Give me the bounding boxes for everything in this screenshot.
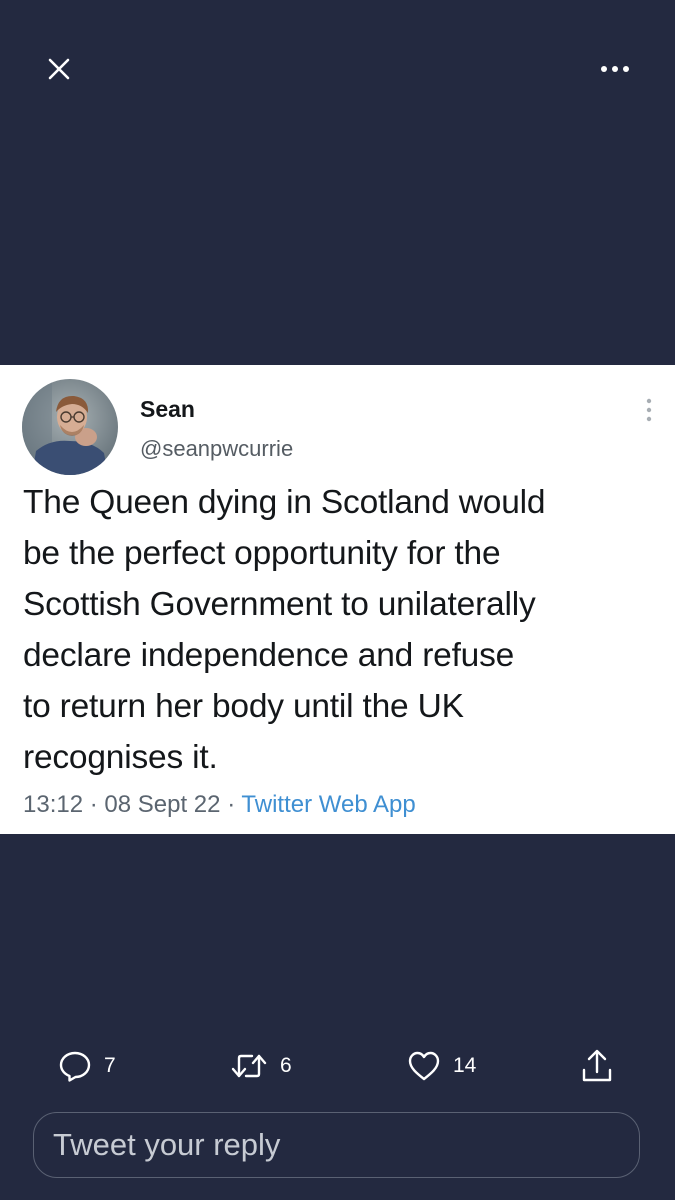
reply-count: 7 bbox=[104, 1054, 116, 1077]
retweet-count: 6 bbox=[280, 1054, 292, 1077]
like-count: 14 bbox=[453, 1054, 477, 1077]
meta-separator: · bbox=[89, 791, 98, 818]
author-name[interactable]: Sean bbox=[140, 395, 195, 423]
avatar[interactable] bbox=[22, 379, 118, 475]
share-icon bbox=[582, 1049, 612, 1082]
heart-icon bbox=[408, 1051, 440, 1081]
close-button[interactable] bbox=[38, 48, 80, 90]
tweet-date: 08 Sept 22 bbox=[104, 791, 221, 818]
tweet-meta: 13:12 · 08 Sept 22 · Twitter Web App bbox=[23, 789, 416, 821]
share-button[interactable] bbox=[580, 1045, 614, 1087]
tweet-more-button[interactable] bbox=[632, 393, 666, 427]
tweet-text: The Queen dying in Scotland would be the… bbox=[23, 484, 546, 776]
reply-icon bbox=[59, 1051, 91, 1082]
close-icon bbox=[48, 58, 70, 80]
more-options-button[interactable] bbox=[594, 48, 636, 90]
reply-placeholder: Tweet your reply bbox=[53, 1127, 281, 1162]
more-vertical-icon bbox=[646, 398, 652, 422]
tweet-time: 13:12 bbox=[23, 791, 84, 818]
more-horizontal-icon bbox=[601, 66, 629, 72]
retweet-button[interactable]: 6 bbox=[230, 1045, 292, 1087]
tweet-card: Sean @seanpwcurrie The Queen dying in Sc… bbox=[0, 365, 675, 834]
like-button[interactable]: 14 bbox=[407, 1045, 476, 1087]
retweet-icon bbox=[231, 1054, 267, 1078]
reply-button[interactable]: 7 bbox=[58, 1045, 116, 1087]
meta-separator: · bbox=[227, 791, 236, 818]
reply-input[interactable]: Tweet your reply bbox=[33, 1112, 640, 1178]
tweet-source-link[interactable]: Twitter Web App bbox=[241, 791, 415, 818]
author-handle[interactable]: @seanpwcurrie bbox=[140, 435, 293, 463]
tweet-media-viewer: Sean @seanpwcurrie The Queen dying in Sc… bbox=[0, 0, 675, 1200]
